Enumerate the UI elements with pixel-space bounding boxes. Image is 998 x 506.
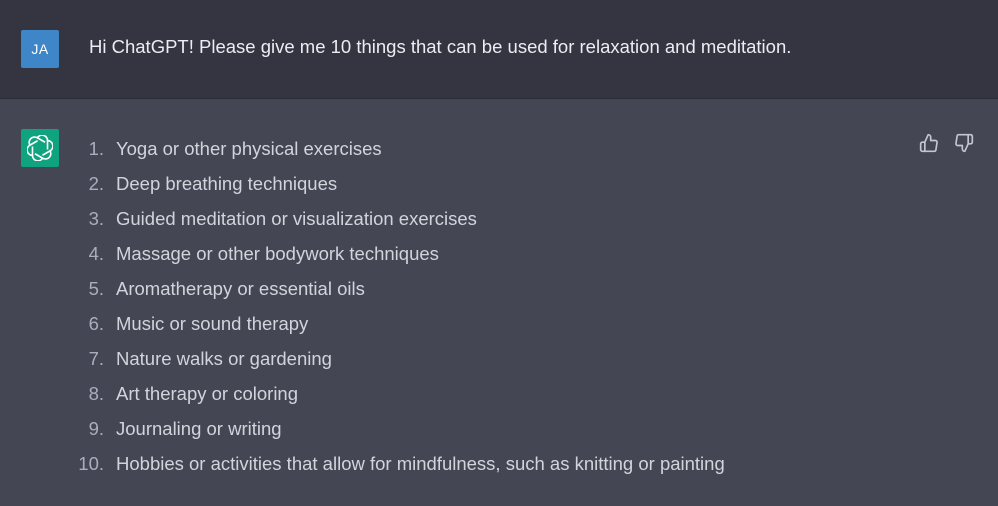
list-item-text: Music or sound therapy bbox=[116, 313, 309, 334]
user-avatar: JA bbox=[21, 30, 59, 68]
list-item-text: Nature walks or gardening bbox=[116, 348, 332, 369]
list-item-text: Deep breathing techniques bbox=[116, 173, 338, 194]
thumbs-down-button[interactable] bbox=[953, 132, 975, 154]
thumbs-up-icon bbox=[919, 133, 938, 153]
list-item-text: Yoga or other physical exercises bbox=[116, 138, 382, 159]
assistant-message-row: 1. Yoga or other physical exercises 2. D… bbox=[0, 99, 998, 506]
list-item-number: 9. bbox=[88, 418, 104, 439]
list-item-number: 5. bbox=[88, 278, 104, 299]
list-item-number: 7. bbox=[88, 348, 104, 369]
list-item-text: Guided meditation or visualization exerc… bbox=[116, 208, 477, 229]
list-item-number: 4. bbox=[88, 243, 104, 264]
list-item-number: 6. bbox=[88, 313, 104, 334]
list-item-text: Massage or other bodywork techniques bbox=[116, 243, 439, 264]
thumbs-up-button[interactable] bbox=[918, 132, 940, 154]
list-item-text: Art therapy or coloring bbox=[116, 383, 299, 404]
list-item-number: 3. bbox=[88, 208, 104, 229]
list-item-number: 8. bbox=[88, 383, 104, 404]
thumbs-down-icon bbox=[955, 133, 974, 153]
user-message-text: Hi ChatGPT! Please give me 10 things tha… bbox=[89, 36, 792, 57]
list-item-number: 1. bbox=[88, 138, 104, 159]
list-item-number: 2. bbox=[88, 173, 104, 194]
list-item-text: Journaling or writing bbox=[116, 418, 282, 439]
user-message-row: JA Hi ChatGPT! Please give me 10 things … bbox=[0, 0, 998, 99]
list-item-text: Hobbies or activities that allow for min… bbox=[116, 453, 725, 474]
list-item-number: 10. bbox=[78, 453, 104, 474]
list-item-text: Aromatherapy or essential oils bbox=[116, 278, 365, 299]
